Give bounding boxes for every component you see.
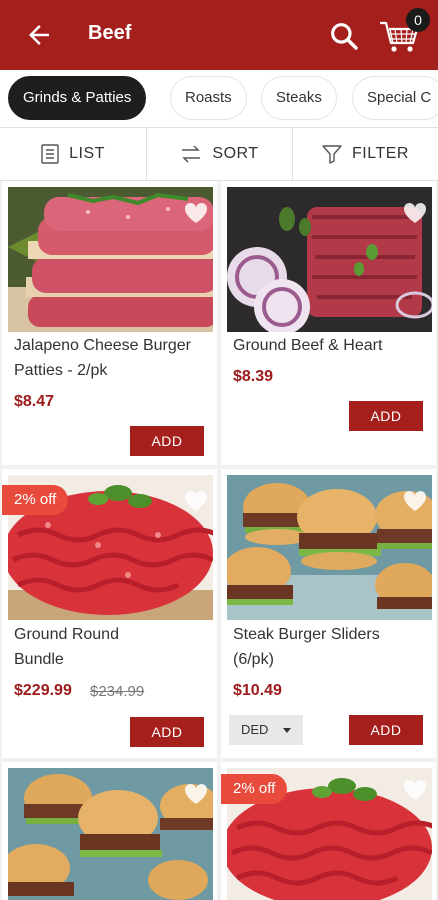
chip-special[interactable]: Special C: [352, 76, 438, 120]
dropdown-caret-icon: [283, 728, 291, 733]
product-card[interactable]: 2% off Ground Round Bundle $229.99 $234.…: [2, 469, 217, 758]
product-price: $8.47: [14, 393, 55, 410]
product-name: Steak Burger Sliders (6/pk): [233, 626, 380, 668]
sort-label: SORT: [212, 145, 259, 162]
favorite-heart-icon[interactable]: [402, 489, 428, 513]
filter-label: FILTER: [352, 145, 409, 162]
unit-select[interactable]: DED: [229, 715, 303, 745]
favorite-heart-icon[interactable]: [183, 489, 209, 513]
sort-icon: [182, 145, 201, 163]
list-icon: [41, 144, 59, 164]
favorite-heart-icon[interactable]: [402, 201, 428, 225]
product-card[interactable]: [2, 762, 217, 900]
search-icon[interactable]: [328, 20, 360, 52]
filter-button[interactable]: FILTER: [292, 128, 438, 180]
discount-badge: 2% off: [2, 485, 69, 515]
add-to-cart-button[interactable]: ADD: [349, 401, 423, 431]
chip-grinds-patties[interactable]: Grinds & Patties: [8, 76, 147, 120]
sort-button[interactable]: SORT: [146, 128, 292, 180]
cart-count-badge: 0: [406, 8, 430, 32]
product-price: $10.49: [233, 682, 282, 699]
product-name: Ground Beef & Heart: [233, 337, 383, 354]
chip-roasts[interactable]: Roasts: [170, 76, 247, 120]
favorite-heart-icon[interactable]: [402, 778, 428, 802]
favorite-heart-icon[interactable]: [183, 201, 209, 225]
discount-badge: 2% off: [221, 774, 288, 804]
product-price: $229.99: [14, 682, 72, 699]
back-arrow-icon[interactable]: [24, 20, 54, 50]
favorite-heart-icon[interactable]: [183, 782, 209, 806]
product-card[interactable]: Steak Burger Sliders (6/pk) $10.49 DED A…: [221, 469, 436, 758]
add-to-cart-button[interactable]: ADD: [130, 717, 204, 747]
add-to-cart-button[interactable]: ADD: [349, 715, 423, 745]
unit-select-value: DED: [241, 722, 269, 737]
page-title: Beef: [88, 22, 132, 44]
product-card[interactable]: 2% off: [221, 762, 436, 900]
original-price: $234.99: [90, 683, 145, 700]
list-label: LIST: [69, 145, 105, 162]
category-chips: Grinds & Patties Roasts Steaks Special C: [0, 70, 438, 127]
product-name: Jalapeno Cheese Burger Patties - 2/pk: [14, 337, 192, 379]
product-card[interactable]: Jalapeno Cheese Burger Patties - 2/pk $8…: [2, 181, 217, 465]
product-name: Ground Round Bundle: [14, 626, 119, 668]
product-card[interactable]: Ground Beef & Heart $8.39 ADD: [221, 181, 436, 465]
chip-steaks[interactable]: Steaks: [261, 76, 337, 120]
list-toolbar: LIST SORT FILTER: [0, 127, 438, 181]
product-price: $8.39: [233, 368, 274, 385]
list-button[interactable]: LIST: [0, 128, 146, 180]
filter-icon: [322, 145, 342, 164]
add-to-cart-button[interactable]: ADD: [130, 426, 204, 456]
app-bar: Beef 0: [0, 0, 438, 70]
